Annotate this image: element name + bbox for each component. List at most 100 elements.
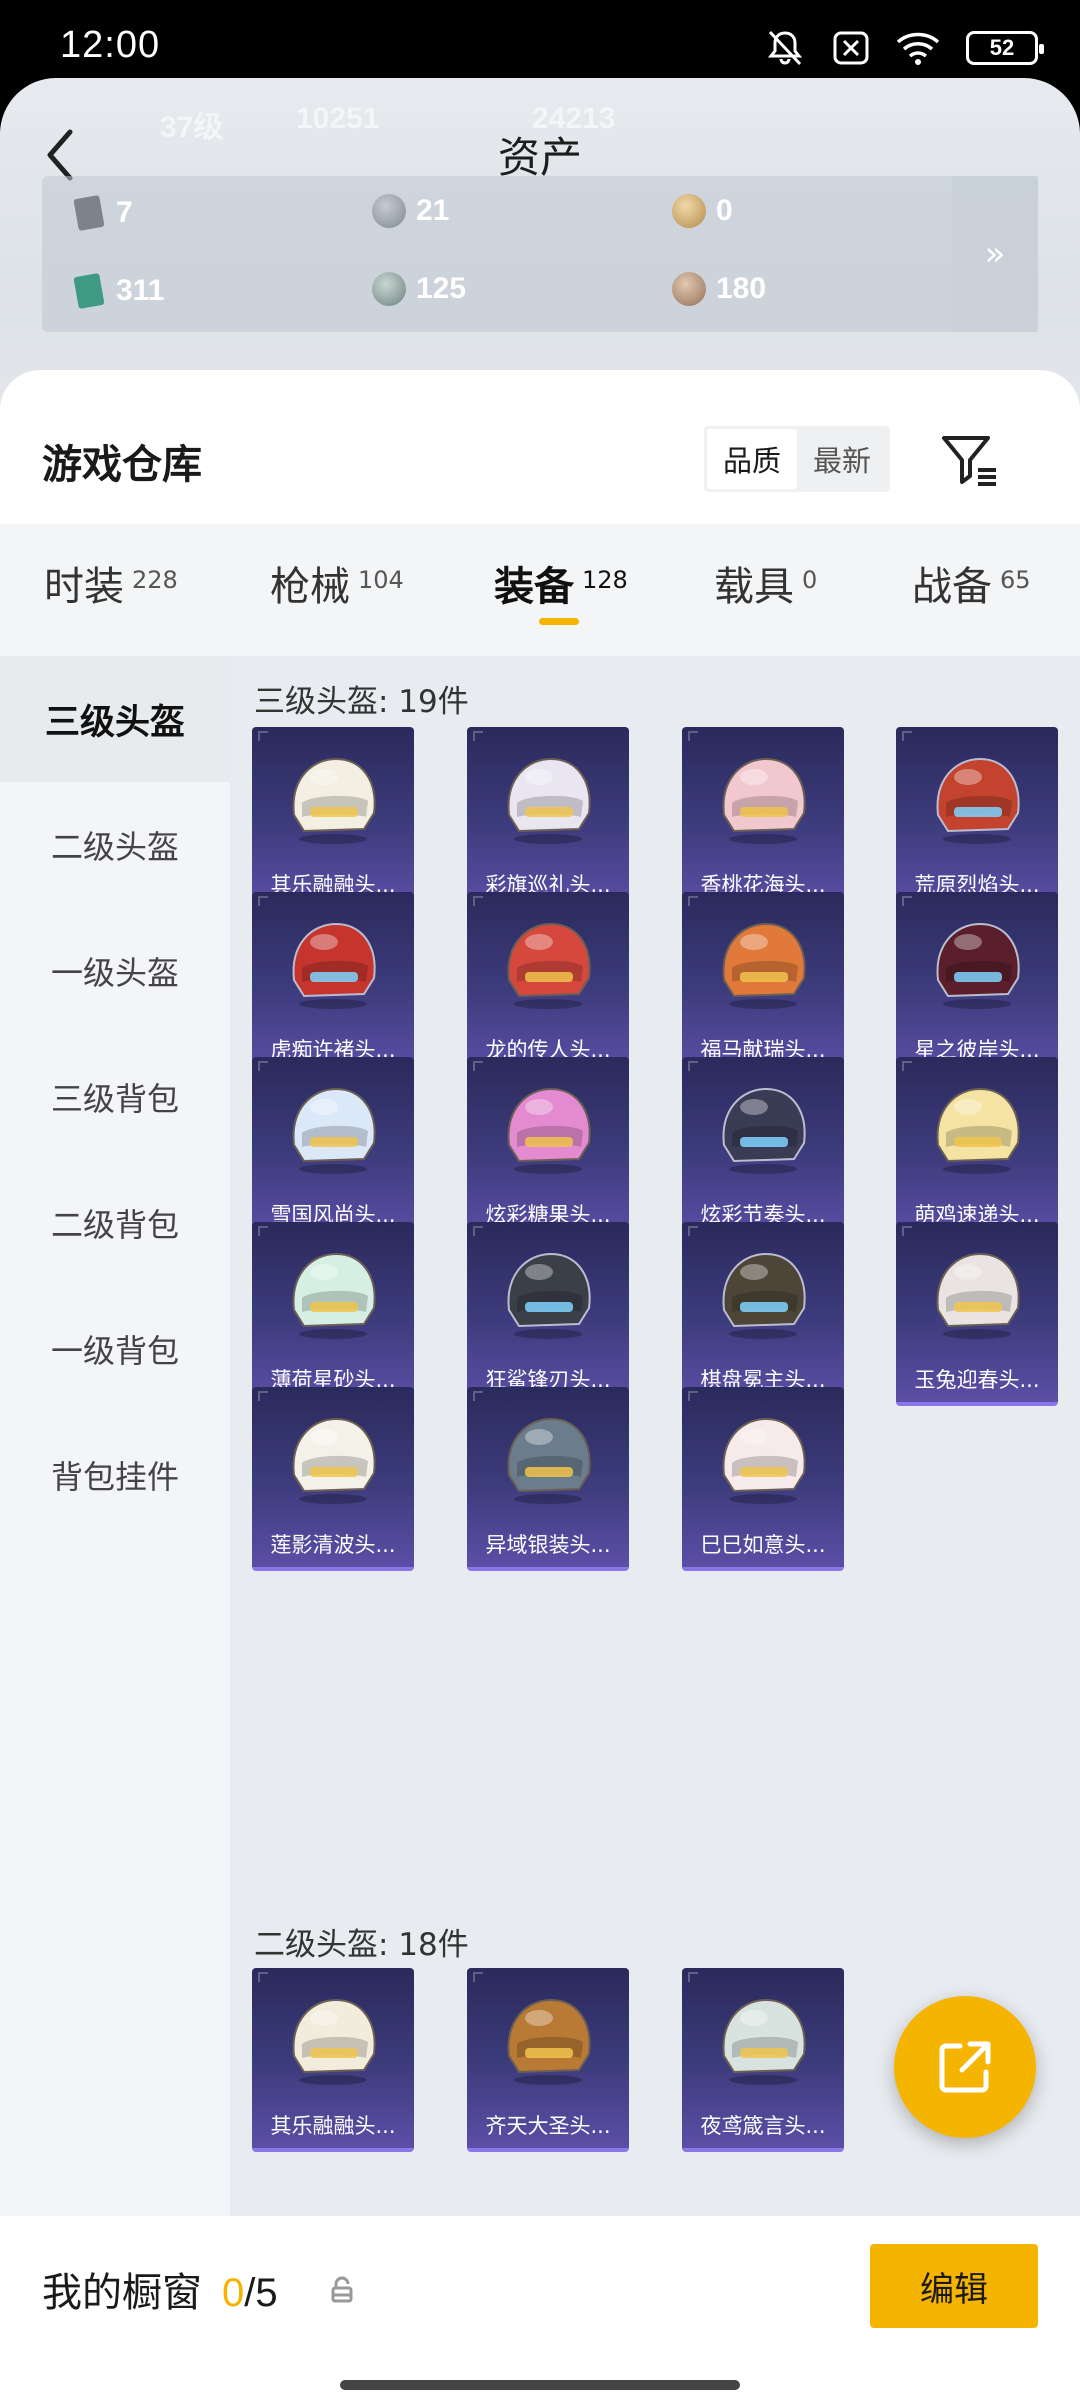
item-card[interactable]: 巳巳如意头... (682, 1387, 844, 1571)
item-card[interactable]: 薄荷星砂头... (252, 1222, 414, 1406)
helmet-icon (722, 1087, 806, 1174)
asset-value: 125 (416, 272, 467, 305)
card-corner (688, 1391, 698, 1401)
helmet-icon (722, 757, 806, 844)
tab-equipment[interactable]: 装备 128 (494, 554, 628, 612)
card-corner (902, 1061, 912, 1071)
sidebar-item-backpack-charm[interactable]: 背包挂件 (0, 1412, 230, 1538)
sidebar-item-level1-backpack[interactable]: 一级背包 (0, 1286, 230, 1412)
sidebar-item-level3-backpack[interactable]: 三级背包 (0, 1034, 230, 1160)
mute-icon (767, 30, 803, 66)
sidebar-item-level3-helmet[interactable]: 三级头盔 (0, 656, 230, 782)
item-card[interactable]: 夜鸢箴言头... (682, 1968, 844, 2152)
battery-icon: 52 (966, 31, 1044, 65)
item-card[interactable]: 星之彼岸头... (896, 892, 1058, 1076)
asset-item: 311 (72, 272, 164, 310)
item-grid: 三级头盔: 19件 二级头盔: 18件 其乐融融头... 彩旗巡礼头... 香桃花海… (230, 656, 1080, 2216)
tab-label: 装备 (494, 564, 574, 610)
item-card[interactable]: 福马献瑞头... (682, 892, 844, 1076)
item-name: 夜鸢箴言头... (700, 2114, 826, 2138)
item-card[interactable]: 虎痴许褚头... (252, 892, 414, 1076)
tab-label: 枪械 (270, 564, 350, 610)
card-corner (258, 1972, 268, 1982)
item-name: 异域银装头... (485, 1533, 611, 1557)
helmet-icon (936, 1087, 1020, 1174)
item-card[interactable]: 玉兔迎春头... (896, 1222, 1058, 1406)
share-button[interactable] (894, 1996, 1036, 2138)
tab-vehicles[interactable]: 载具 0 (714, 554, 817, 612)
tab-label: 战备 (912, 564, 992, 610)
item-name: 齐天大圣头... (485, 2114, 611, 2138)
item-name: 莲影清波头... (270, 1533, 396, 1557)
asset-panel[interactable]: 7 21 0 311 125 180 » (42, 176, 1038, 332)
home-indicator (340, 2380, 740, 2390)
card-corner (688, 1061, 698, 1071)
item-card[interactable]: 狂鲨锋刃头... (467, 1222, 629, 1406)
gold-coin-icon (672, 194, 706, 228)
helmet-icon (292, 922, 376, 1009)
helmet-icon (292, 1087, 376, 1174)
helmet-icon (507, 922, 591, 1009)
helmet-icon (936, 1252, 1020, 1339)
status-icons: 52 (764, 28, 1044, 68)
section-title: 三级头盔: 19件 (254, 684, 469, 720)
asset-value: 180 (716, 272, 767, 305)
item-card[interactable]: 齐天大圣头... (467, 1968, 629, 2152)
item-name: 玉兔迎春头... (914, 1368, 1040, 1392)
silver-coin-icon (372, 194, 406, 228)
tab-label: 载具 (714, 564, 794, 610)
card-corner (473, 1226, 483, 1236)
lock-icon (331, 2276, 353, 2303)
showcase-label-group: 我的橱窗 0/5 (42, 2260, 278, 2318)
item-card[interactable]: 萌鸡速递头... (896, 1057, 1058, 1241)
item-card[interactable]: 雪国风尚头... (252, 1057, 414, 1241)
asset-more-button[interactable]: » (952, 176, 1038, 332)
edit-button[interactable]: 编辑 (870, 2244, 1038, 2328)
showcase-count: 0/5 (222, 2271, 278, 2316)
helmet-icon (292, 1417, 376, 1504)
sidebar-item-level1-helmet[interactable]: 一级头盔 (0, 908, 230, 1034)
helmet-icon (507, 1998, 591, 2085)
item-card[interactable]: 荒原烈焰头... (896, 727, 1058, 911)
card-corner (473, 1061, 483, 1071)
card-corner (258, 1226, 268, 1236)
card-corner (258, 1061, 268, 1071)
card-corner (902, 896, 912, 906)
item-name: 巳巳如意头... (700, 1533, 826, 1557)
item-card[interactable]: 炫彩节奏头... (682, 1057, 844, 1241)
sidebar-item-level2-helmet[interactable]: 二级头盔 (0, 782, 230, 908)
item-card[interactable]: 棋盘冕主头... (682, 1222, 844, 1406)
tab-count: 104 (358, 566, 404, 594)
item-card[interactable]: 龙的传人头... (467, 892, 629, 1076)
helmet-icon (722, 1252, 806, 1339)
item-card[interactable]: 彩旗巡礼头... (467, 727, 629, 911)
asset-item: 7 (72, 194, 133, 232)
helmet-icon (292, 1998, 376, 2085)
helmet-icon (722, 922, 806, 1009)
item-card[interactable]: 异域银装头... (467, 1387, 629, 1571)
sort-newest-button[interactable]: 最新 (797, 429, 887, 489)
item-card[interactable]: 香桃花海头... (682, 727, 844, 911)
item-card[interactable]: 莲影清波头... (252, 1387, 414, 1571)
card-corner (688, 1226, 698, 1236)
sidebar-item-level2-backpack[interactable]: 二级背包 (0, 1160, 230, 1286)
asset-value: 311 (116, 274, 165, 307)
helmet-icon (507, 757, 591, 844)
item-card[interactable]: 炫彩糖果头... (467, 1057, 629, 1241)
chevron-double-right-icon: » (984, 234, 1006, 274)
helmet-icon (722, 1998, 806, 2085)
helmet-icon (507, 1252, 591, 1339)
sort-quality-button[interactable]: 品质 (707, 429, 797, 489)
tab-weapons[interactable]: 枪械 104 (270, 554, 404, 612)
tab-fashion[interactable]: 时装 228 (44, 554, 178, 612)
item-card[interactable]: 其乐融融头... (252, 727, 414, 911)
green-card-icon (73, 273, 105, 309)
tab-supplies[interactable]: 战备 65 (912, 554, 1031, 612)
asset-value: 0 (716, 194, 733, 227)
helmet-icon (722, 1417, 806, 1504)
card-corner (688, 1972, 698, 1982)
card-corner (688, 731, 698, 741)
item-card[interactable]: 其乐融融头... (252, 1968, 414, 2152)
filter-icon[interactable] (940, 432, 1000, 488)
item-name: 其乐融融头... (270, 2114, 396, 2138)
